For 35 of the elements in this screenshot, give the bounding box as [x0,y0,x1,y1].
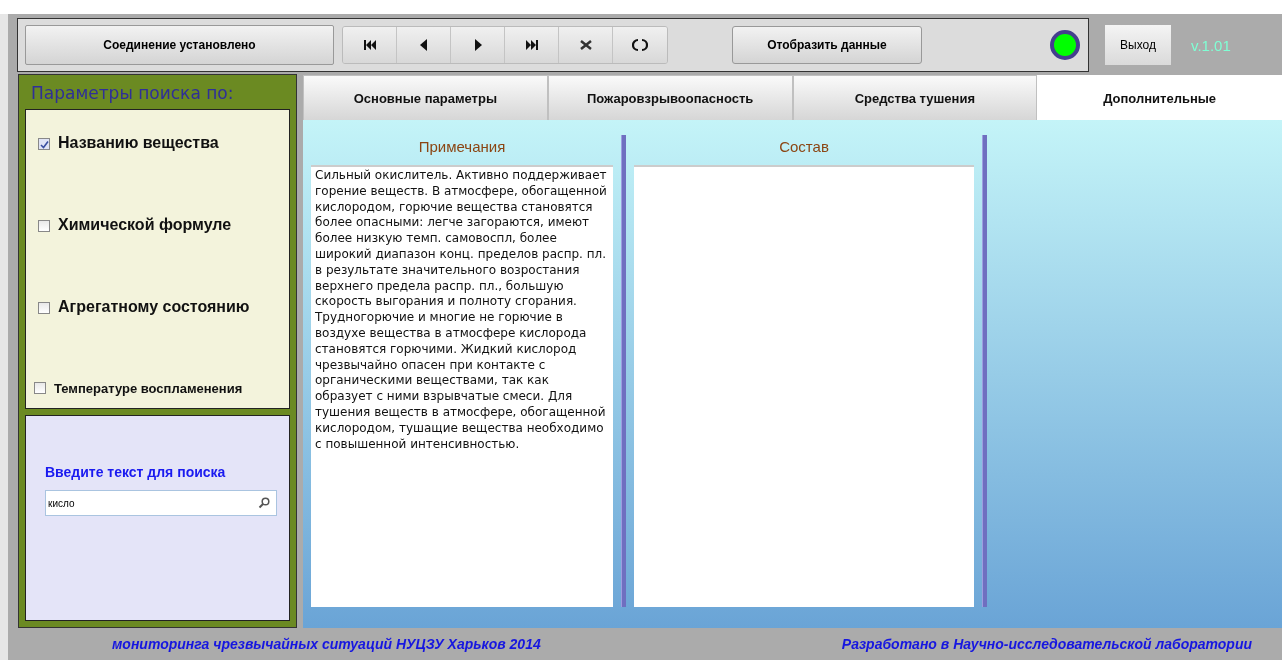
search-field[interactable]: кисло [45,490,277,516]
notes-text: Сильный окислитель. Активно поддерживает горение веществ. В атмосфере, обогащенной кислородом, горючие вещества становятся более опасными: легче загораются, имеют более низкую темп. самовоспл, более широкий диапазон конц. пределов распр. пл. в результате значительного возростания верхнего предела распр. пл., большую скорость выгорания и полноту сгорания. Трудногорючие и многие не горючие в воздухе вещества в атмосфере кислорода становятся горючими. Жидкий кислород чрезвычайно опасен при контакте с органическими веществами, так как образует с ними взрывчатые смеси. Для тушения веществ в атмосфере, обогащенной кислородом, тушащие вещества необходимо с повышенной интенсивностью. [315,168,607,451]
checkbox[interactable] [38,220,50,232]
filter-label: Химической формуле [58,216,232,234]
tab[interactable]: Дополнительные [1037,75,1282,120]
nav-button[interactable] [397,27,451,63]
tab[interactable]: Пожаровзрывоопасность [547,75,793,120]
panel-title: Состав [778,137,830,157]
panel-title: Примечания [417,137,507,157]
nav-button[interactable] [343,27,397,63]
checkbox[interactable] [34,382,46,394]
checkbox[interactable] [38,138,50,150]
search-label: Введите текст для поиска [45,464,227,480]
skip-back-icon [361,38,378,52]
nav-button[interactable] [613,27,667,63]
tab[interactable]: Основные параметры [303,75,548,120]
skip-forward-icon [523,38,540,52]
text-box[interactable] [311,165,613,607]
filter-label: Температуре воспламенения [54,381,243,396]
filter-label: Названию вещества [58,134,219,152]
tab[interactable]: Средства тушения [792,75,1038,120]
version-label: v.1.01 [1191,36,1231,54]
search-icon [258,497,270,509]
filter-label: Агрегатному состоянию [58,298,250,316]
checkbox[interactable] [38,302,50,314]
nav-button[interactable] [451,27,505,63]
connection-status-button[interactable]: Соединение установлено [25,25,334,65]
refresh-icon [632,38,648,52]
show-data-button[interactable]: Отобразить данные [732,26,922,64]
nav-button[interactable] [505,27,559,63]
footer-text: Разработано в Научно-исследовательской лаборатории [841,636,1252,652]
exit-button[interactable]: Выход [1105,25,1171,65]
footer-text: мониторинга чрезвычайных ситуаций НУЦЗУ Харьков 2014 [112,636,541,652]
sidebar-title: Параметры поиска по: [30,82,235,105]
nav-button[interactable] [559,27,613,63]
